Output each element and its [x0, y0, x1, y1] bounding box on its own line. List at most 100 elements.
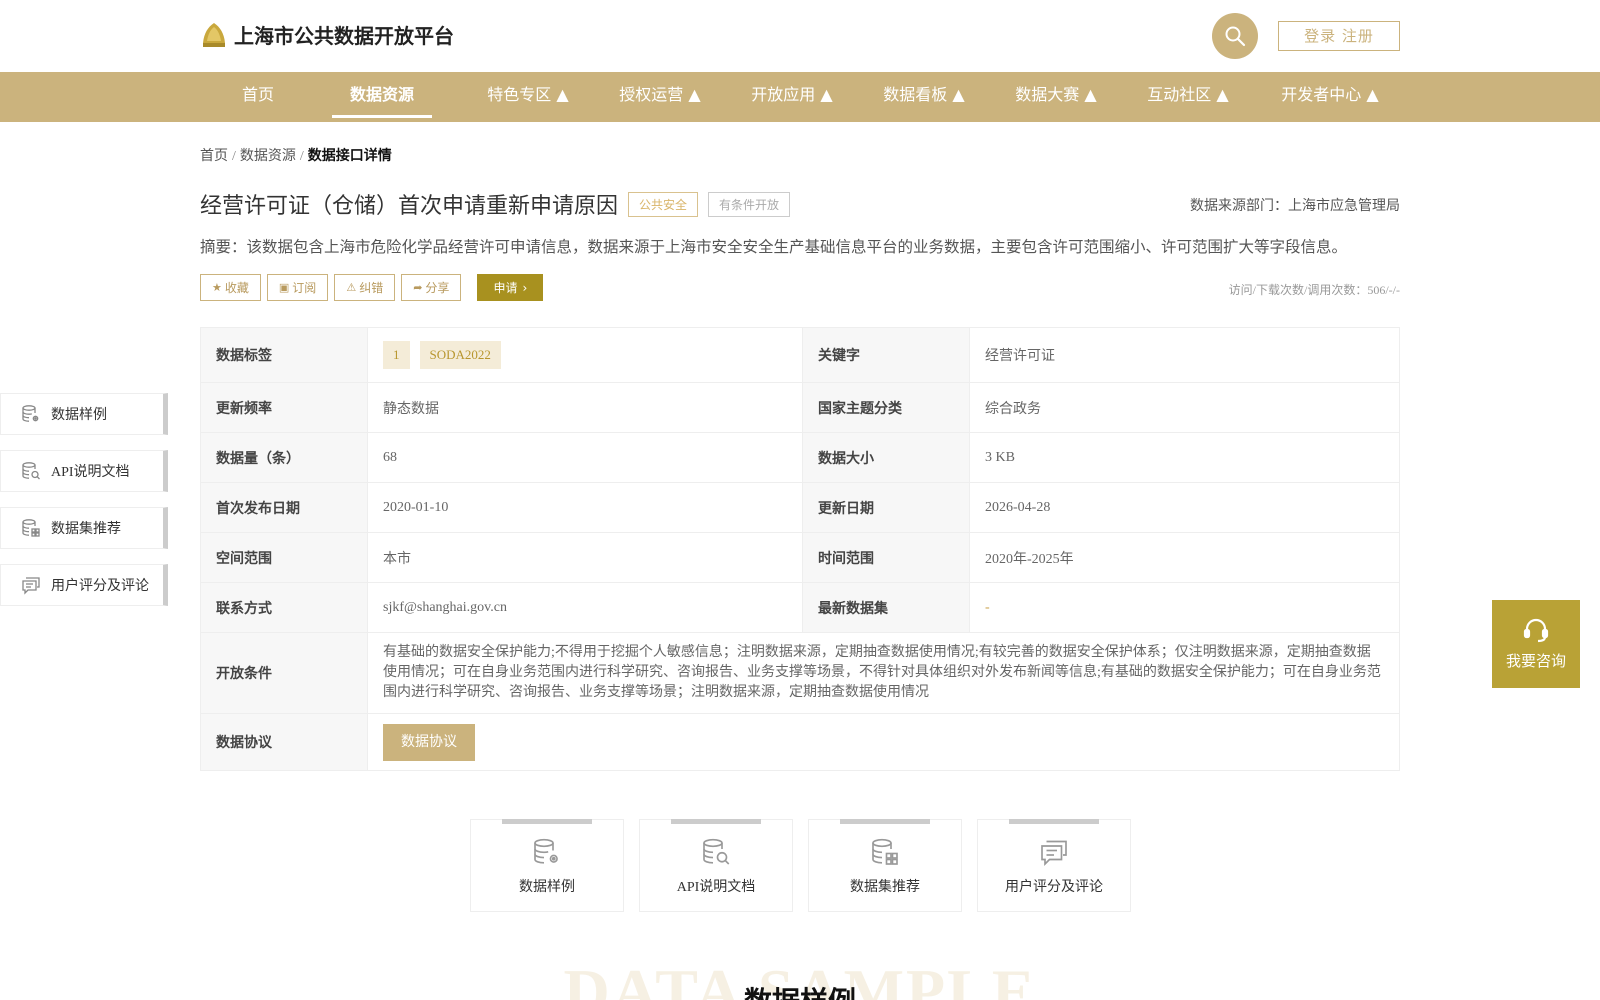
tab-indicator: [671, 819, 761, 824]
tab-label: 数据样例: [519, 880, 575, 895]
nav-item-developer-center[interactable]: 开发者中心 ▲: [1260, 72, 1400, 122]
theme-value: 综合政务: [969, 382, 1400, 433]
nav-item-authorized-ops[interactable]: 授权运营 ▲: [600, 72, 720, 122]
action-bar: ★ 收藏 ▣ 订阅 ⚠ 纠错 ➦ 分享 申请 ›: [200, 274, 544, 301]
contact-value: sjkf@shanghai.gov.cn: [367, 582, 803, 633]
table-row: 数据标签 1 SODA2022 关键字 经营许可证: [200, 327, 1400, 383]
consult-button[interactable]: 我要咨询: [1492, 600, 1580, 688]
protocol-label: 数据协议: [200, 713, 368, 771]
search-icon: [1225, 26, 1246, 47]
logo-emblem-icon: [200, 21, 228, 49]
tags-label: 数据标签: [200, 327, 368, 383]
nav-item-community[interactable]: 互动社区 ▲: [1128, 72, 1248, 122]
login-register-button[interactable]: 登录 注册: [1278, 21, 1400, 51]
side-item-label: 数据样例: [51, 408, 107, 423]
tab-data-sample[interactable]: 数据样例: [470, 819, 624, 912]
tab-indicator: [502, 819, 592, 824]
correct-label: 纠错: [359, 281, 384, 295]
star-icon: ★: [212, 281, 222, 294]
subscribe-button[interactable]: ▣ 订阅: [266, 274, 329, 301]
search-button[interactable]: [1212, 13, 1258, 59]
apply-button[interactable]: 申请 ›: [477, 274, 544, 301]
nav-item-special-zone[interactable]: 特色专区 ▲: [468, 72, 588, 122]
breadcrumb-separator: /: [299, 149, 304, 164]
nav-item-data-contest[interactable]: 数据大赛 ▲: [996, 72, 1116, 122]
side-item-api-doc[interactable]: API说明文档: [0, 450, 168, 492]
side-item-label: 数据集推荐: [51, 522, 121, 537]
table-row: 更新频率 静态数据 国家主题分类 综合政务: [200, 382, 1400, 433]
comment-icon: [1041, 840, 1067, 866]
database-grid-icon: [872, 838, 898, 865]
latest-dataset-value[interactable]: -: [969, 582, 1400, 633]
updated-date-value: 2026-04-28: [969, 482, 1400, 533]
access-stats: 访问/下载次数/调用次数：506/-/-: [1228, 283, 1400, 297]
table-row: 首次发布日期 2020-01-10 更新日期 2026-04-28: [200, 482, 1400, 533]
spatial-range-label: 空间范围: [200, 532, 368, 583]
database-grid-icon: [22, 519, 40, 537]
favorite-label: 收藏: [224, 281, 249, 295]
tab-rating-comments[interactable]: 用户评分及评论: [977, 819, 1131, 912]
table-row: 空间范围 本市 时间范围 2020年-2025年: [200, 532, 1400, 583]
spatial-range-value: 本市: [367, 532, 803, 583]
header: 上海市公共数据开放平台 登录 注册: [0, 0, 1600, 72]
breadcrumb-data-resources[interactable]: 数据资源: [240, 149, 296, 164]
breadcrumb-separator: /: [232, 149, 236, 164]
updated-date-label: 更新日期: [802, 482, 970, 533]
frequency-value: 静态数据: [367, 382, 803, 433]
subscribe-label: 订阅: [292, 281, 317, 295]
tab-indicator: [840, 819, 930, 824]
tab-api-doc[interactable]: API说明文档: [639, 819, 793, 912]
theme-label: 国家主题分类: [802, 382, 970, 433]
table-row: 开放条件 有基础的数据安全保护能力;不得用于挖掘个人敏感信息；注明数据来源，定期…: [200, 632, 1400, 714]
title-row: 经营许可证（仓储）首次申请重新申请原因 公共安全 有条件开放: [200, 188, 791, 220]
side-item-rating-comments[interactable]: 用户评分及评论: [0, 564, 168, 606]
data-size-label: 数据大小: [802, 432, 970, 483]
tab-label: 用户评分及评论: [1005, 880, 1103, 895]
table-row: 数据协议 数据协议: [200, 713, 1400, 771]
nav-item-data-resources[interactable]: 数据资源: [332, 72, 432, 122]
openness-badge: 有条件开放: [708, 191, 791, 217]
warning-icon: ⚠: [346, 281, 357, 294]
share-button[interactable]: ➦ 分享: [401, 274, 462, 301]
protocol-cell: 数据协议: [367, 713, 1400, 771]
consult-label: 我要咨询: [1505, 652, 1566, 670]
database-search-icon: [703, 838, 730, 865]
tag-item[interactable]: SODA2022: [419, 341, 501, 369]
breadcrumb: 首页 / 数据资源 / 数据接口详情: [200, 145, 392, 165]
favorite-button[interactable]: ★ 收藏: [200, 274, 261, 301]
table-row: 联系方式 sjkf@shanghai.gov.cn 最新数据集 -: [200, 582, 1400, 633]
conditions-label: 开放条件: [200, 632, 368, 714]
breadcrumb-current: 数据接口详情: [307, 149, 392, 164]
nav-item-home[interactable]: 首页: [233, 72, 283, 122]
site-title: 上海市公共数据开放平台: [234, 24, 454, 48]
breadcrumb-home[interactable]: 首页: [200, 149, 228, 164]
time-range-label: 时间范围: [802, 532, 970, 583]
side-item-label: 用户评分及评论: [51, 579, 149, 594]
tab-label: API说明文档: [676, 880, 756, 895]
dataset-summary: 摘要：该数据包含上海市危险化学品经营许可申请信息，数据来源于上海市安全安全生产基…: [200, 238, 1348, 256]
main-nav: 首页 数据资源 特色专区 ▲ 授权运营 ▲ 开放应用 ▲ 数据看板 ▲ 数据大赛…: [0, 72, 1600, 122]
record-count-label: 数据量（条）: [200, 432, 368, 483]
tab-label: 数据集推荐: [850, 880, 920, 895]
apply-label: 申请: [493, 281, 518, 295]
tags-cell: 1 SODA2022: [367, 327, 803, 383]
side-item-data-sample[interactable]: 数据样例: [0, 393, 168, 435]
side-item-dataset-recommend[interactable]: 数据集推荐: [0, 507, 168, 549]
chevron-right-icon: ›: [522, 280, 528, 295]
share-label: 分享: [425, 281, 450, 295]
tab-indicator: [1009, 819, 1099, 824]
tag-item[interactable]: 1: [383, 341, 410, 369]
tab-dataset-recommend[interactable]: 数据集推荐: [808, 819, 962, 912]
keyword-label: 关键字: [802, 327, 970, 383]
comment-icon: [22, 577, 40, 595]
nav-item-data-dashboard[interactable]: 数据看板 ▲: [864, 72, 984, 122]
database-search-icon: [22, 462, 40, 480]
data-protocol-button[interactable]: 数据协议: [383, 723, 475, 761]
source-department: 数据来源部门：上海市应急管理局: [1190, 198, 1400, 214]
correct-button[interactable]: ⚠ 纠错: [334, 274, 396, 301]
record-count-value: 68: [367, 432, 803, 483]
nav-item-open-apps[interactable]: 开放应用 ▲: [732, 72, 852, 122]
category-badge: 公共安全: [628, 191, 699, 217]
frequency-label: 更新频率: [200, 382, 368, 433]
site-logo[interactable]: 上海市公共数据开放平台: [200, 20, 454, 49]
